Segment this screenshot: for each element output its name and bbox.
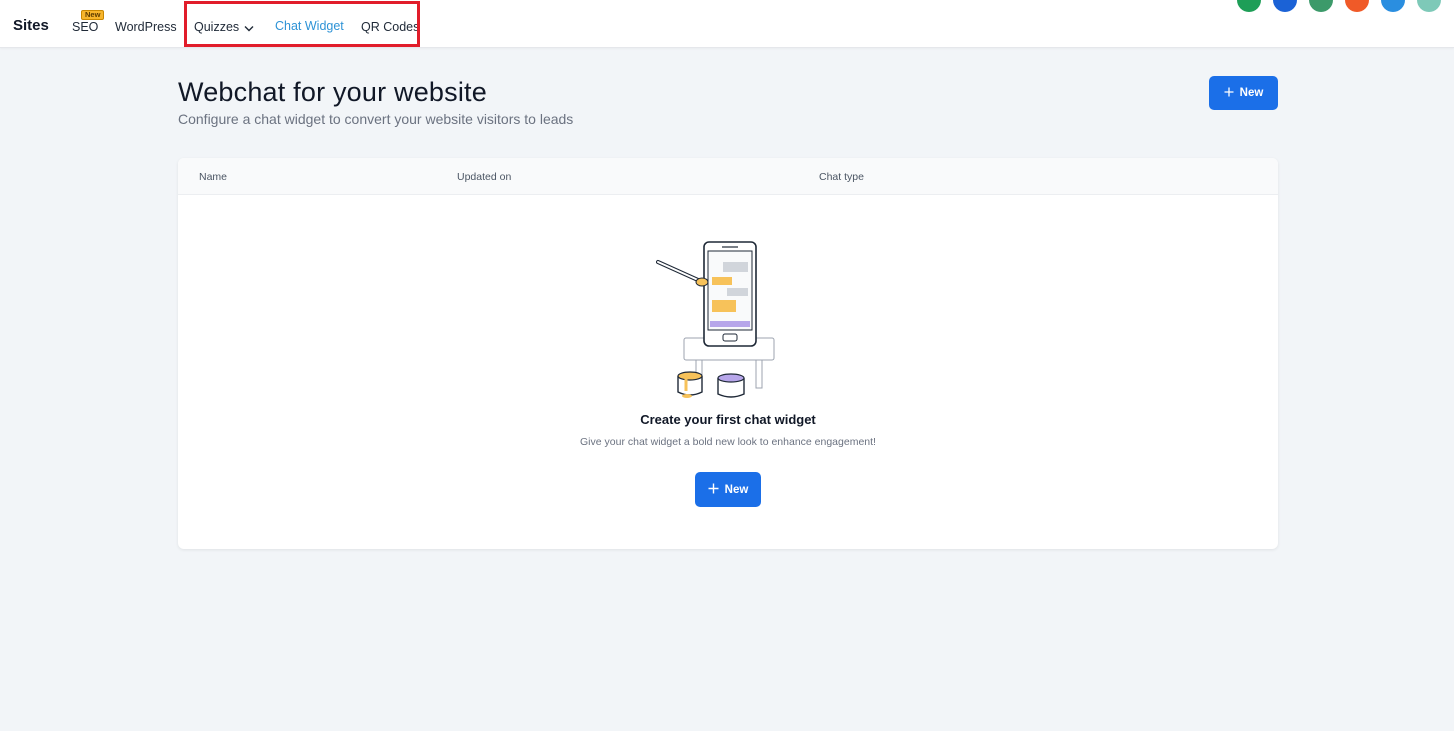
column-header-updated-on[interactable]: Updated on <box>457 171 511 183</box>
nav-item-seo[interactable]: SEO <box>72 20 98 34</box>
new-badge: New <box>81 10 105 20</box>
plus-icon <box>1224 87 1234 100</box>
create-widget-button-label: New <box>724 483 749 496</box>
empty-state-illustration <box>656 240 806 405</box>
create-widget-button[interactable]: New <box>695 472 761 507</box>
page-title: Webchat for your website <box>178 77 487 107</box>
nav-item-wordpress[interactable]: WordPress <box>115 20 177 34</box>
column-header-name[interactable]: Name <box>199 171 227 183</box>
active-tab-indicator <box>268 44 347 47</box>
avatar[interactable] <box>1273 0 1297 12</box>
column-header-chat-type[interactable]: Chat type <box>819 171 864 183</box>
app-brand[interactable]: Sites <box>13 17 49 34</box>
nav-item-qr-codes[interactable]: QR Codes <box>361 20 419 34</box>
avatar[interactable] <box>1309 0 1333 12</box>
chat-widgets-table: Name Updated on Chat type Create your fi… <box>178 158 1278 549</box>
nav-item-quizzes[interactable]: Quizzes <box>194 20 254 35</box>
avatar[interactable] <box>1381 0 1405 12</box>
plus-icon <box>708 483 719 497</box>
avatar[interactable] <box>1417 0 1441 12</box>
avatar[interactable] <box>1237 0 1261 12</box>
new-widget-button[interactable]: New <box>1209 76 1278 110</box>
new-widget-button-label: New <box>1239 87 1264 99</box>
nav-item-quizzes-label: Quizzes <box>194 20 240 34</box>
empty-state-title: Create your first chat widget <box>640 412 816 427</box>
chevron-down-icon <box>244 21 254 35</box>
page-subtitle: Configure a chat widget to convert your … <box>178 111 574 127</box>
table-header: Name Updated on Chat type <box>178 158 1278 195</box>
nav-item-chat-widget[interactable]: Chat Widget <box>275 19 344 33</box>
avatar[interactable] <box>1345 0 1369 12</box>
top-navigation: Sites New SEO WordPress Quizzes Chat Wid… <box>0 0 1454 48</box>
empty-state-subtitle: Give your chat widget a bold new look to… <box>580 436 876 448</box>
